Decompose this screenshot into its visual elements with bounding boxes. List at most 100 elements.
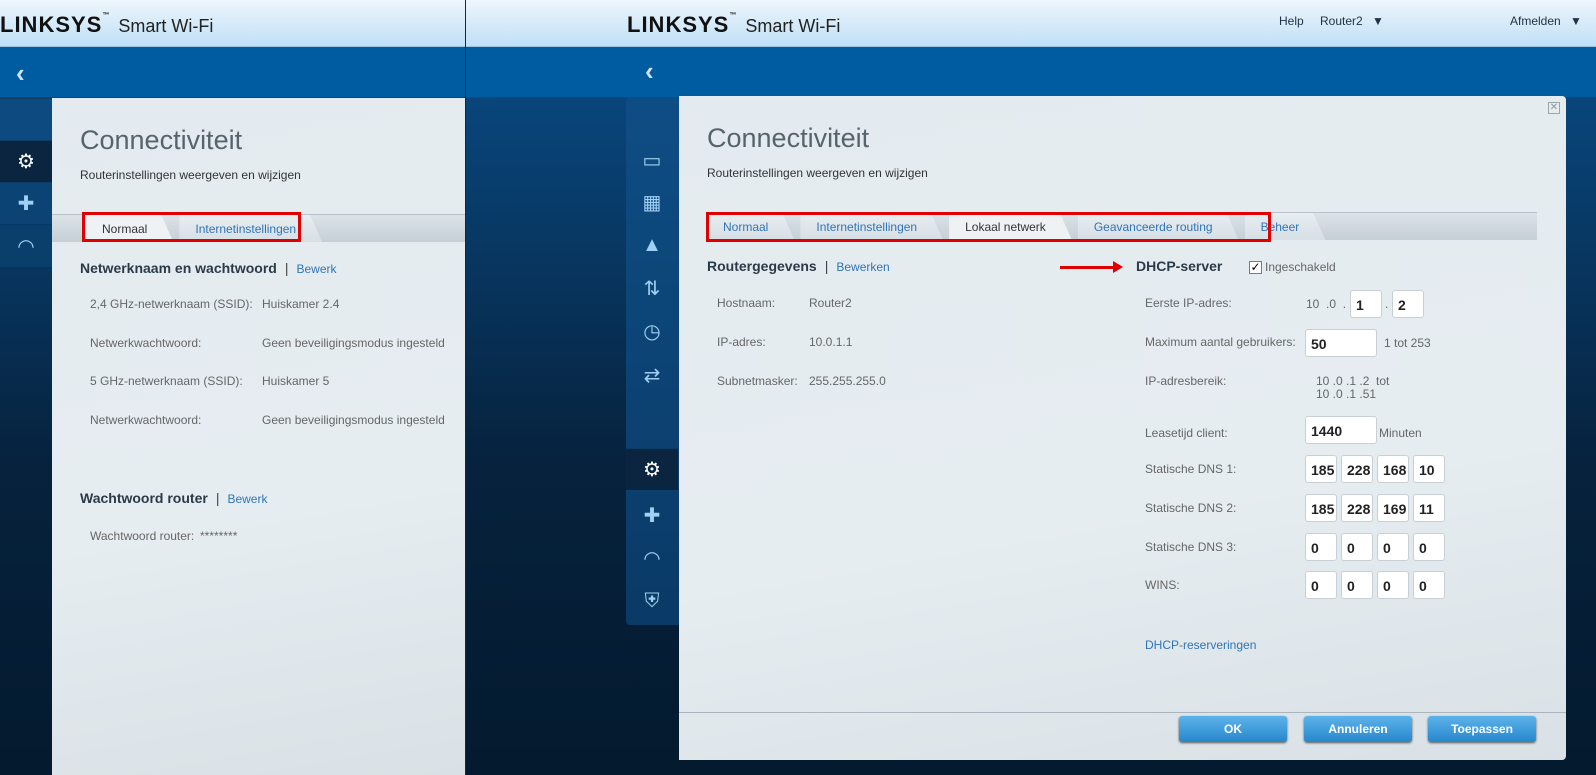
dhcp-reservations-link[interactable]: DHCP-reserveringen [1145,638,1256,652]
row-label: IP-adres: [717,335,766,349]
first-ip-prefix: 10 .0 . [1306,297,1347,311]
logo-text: LINKSYS [0,12,103,37]
sidebar-connectivity-gear-icon[interactable]: ⚙ [626,448,678,490]
first-ip-octet-3[interactable]: 1 [1350,290,1382,318]
blue-band [0,47,465,97]
dns3-octet[interactable]: 0 [1341,533,1373,561]
logo-text: LINKSYS [627,12,730,37]
row-label: Wachtwoord router: [90,529,195,543]
page-title: Connectiviteit [707,123,870,153]
lease-unit: Minuten [1379,426,1422,440]
wins-octet[interactable]: 0 [1377,571,1409,599]
row-label: Subnetmasker: [717,374,798,388]
sidebar-wireless-wifi-icon[interactable]: ◠ [0,225,52,267]
dns1-octet[interactable]: 168 [1377,455,1409,483]
tm: ™ [102,12,111,19]
dns1-label: Statische DNS 1: [1145,462,1237,476]
section-title: Routergegevens [707,258,817,274]
router-name: Router2 [1320,14,1363,28]
ip-range-start: 10 .0 .1 .2 tot [1316,374,1390,388]
help-link[interactable]: Help [1279,14,1304,28]
row-label: 2,4 GHz-netwerknaam (SSID): [90,297,253,311]
row-value: ******** [200,529,238,543]
section-network: Netwerknaam en wachtwoord | Bewerk [80,260,337,276]
wins-octet[interactable]: 0 [1341,571,1373,599]
page-subtitle: Routerinstellingen weergeven en wijzigen [707,166,928,180]
speed-test-icon[interactable]: ◷ [626,310,678,352]
security-shield-icon[interactable]: ⛨ [626,580,678,622]
guest-access-icon[interactable]: ▲ [626,224,678,266]
linksys-logo: LINKSYS™ Smart Wi-Fi [627,12,840,38]
dns3-octet[interactable]: 0 [1305,533,1337,561]
dns1-octet[interactable]: 185 [1305,455,1337,483]
sidebar: ▭ ▦ ▲ ⇅ ◷ ⇄ ⚙ ✚ ◠ ⛨ [626,97,679,625]
troubleshoot-medkit-icon[interactable]: ✚ [626,494,678,536]
dns2-octet[interactable]: 185 [1305,494,1337,522]
dns2-octet[interactable]: 11 [1413,494,1445,522]
row-label: Netwerkwachtwoord: [90,336,202,350]
ip-range-end: 10 .0 .1 .51 [1316,387,1377,401]
router-menu[interactable]: Router2 ▼ [1320,14,1384,28]
dns2-octet[interactable]: 228 [1341,494,1373,522]
first-ip-label: Eerste IP-adres: [1145,296,1232,310]
usb-storage-icon[interactable]: ⇄ [626,354,678,396]
apply-button[interactable]: Toepassen [1428,716,1536,742]
section-router-info: Routergegevens | Bewerken [707,258,890,274]
close-icon[interactable]: ✕ [1548,102,1560,114]
row-value: Router2 [809,296,852,310]
product-name: Smart Wi-Fi [118,16,214,36]
dns1-octet[interactable]: 10 [1413,455,1445,483]
row-value: Geen beveiligingsmodus ingesteld [262,413,445,427]
edit-link[interactable]: Bewerken [836,260,889,274]
max-users-label: Maximum aantal gebruikers: [1145,335,1296,349]
footer-divider [679,712,1566,713]
back-chevron-icon[interactable]: ‹ [16,58,25,89]
dns2-octet[interactable]: 169 [1377,494,1409,522]
row-value: 10.0.1.1 [809,335,853,349]
wins-octet[interactable]: 0 [1413,571,1445,599]
section-title: Netwerknaam en wachtwoord [80,260,277,276]
header: LINKSYS™ Smart Wi-Fi [0,0,465,47]
ok-button[interactable]: OK [1179,716,1287,742]
linksys-logo: LINKSYS™ Smart Wi-Fi [0,12,213,38]
edit-link[interactable]: Bewerk [296,262,336,276]
wireless-wifi-icon[interactable]: ◠ [626,537,678,579]
header: LINKSYS™ Smart Wi-Fi Help Router2 ▼ Afmel… [466,0,1596,47]
row-label: Hostnaam: [717,296,776,310]
dhcp-enabled-label: Ingeschakeld [1265,260,1336,274]
right-window: LINKSYS™ Smart Wi-Fi Help Router2 ▼ Afmel… [466,0,1596,775]
product-name: Smart Wi-Fi [745,16,841,36]
dhcp-enabled-checkbox[interactable]: ✓ [1249,261,1262,274]
tm: ™ [729,12,738,19]
first-ip-octet-4[interactable]: 2 [1392,290,1424,318]
dhcp-title: DHCP-server [1136,258,1223,274]
left-window: LINKSYS™ Smart Wi-Fi ‹ ⚙ ✚ ◠ Connectivite… [0,0,465,775]
lease-input[interactable]: 1440 [1305,416,1377,444]
sidebar-blank [0,98,52,140]
back-chevron-icon[interactable]: ‹ [645,56,654,87]
devices-icon[interactable]: ▭ [626,139,678,181]
edit-link[interactable]: Bewerk [227,492,267,506]
row-value: Huiskamer 2.4 [262,297,340,311]
content-panel: Connectiviteit Routerinstellingen weerge… [52,98,465,775]
media-prioritization-icon[interactable]: ⇅ [626,267,678,309]
dns3-octet[interactable]: 0 [1413,533,1445,561]
dns2-label: Statische DNS 2: [1145,501,1237,515]
sidebar-connectivity-gear-icon[interactable]: ⚙ [0,140,52,182]
parental-controls-icon[interactable]: ▦ [626,181,678,223]
ip-range-label: IP-adresbereik: [1145,374,1227,388]
wins-octet[interactable]: 0 [1305,571,1337,599]
sidebar-troubleshoot-medkit-icon[interactable]: ✚ [0,182,52,224]
max-users-input[interactable]: 50 [1305,329,1377,357]
row-value: 255.255.255.0 [809,374,886,388]
blue-band [466,47,1596,97]
caret-down-icon: ▼ [1372,14,1384,28]
dns3-octet[interactable]: 0 [1377,533,1409,561]
lease-label: Leasetijd client: [1145,426,1228,440]
cancel-button[interactable]: Annuleren [1304,716,1412,742]
row-value: Geen beveiligingsmodus ingesteld [262,336,445,350]
dns3-label: Statische DNS 3: [1145,540,1237,554]
max-users-hint: 1 tot 253 [1384,336,1431,350]
dns1-octet[interactable]: 228 [1341,455,1373,483]
logout-menu[interactable]: Afmelden ▼ [1510,14,1582,28]
